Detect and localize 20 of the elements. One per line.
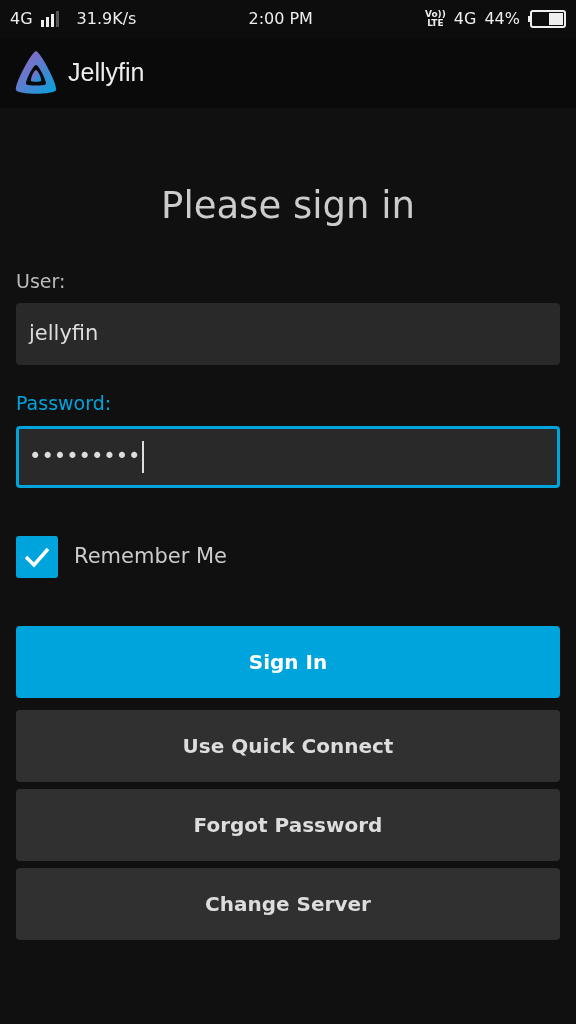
signal-icon bbox=[40, 11, 61, 27]
action-button[interactable]: Change Server bbox=[16, 867, 560, 940]
action-button[interactable]: Forgot Password bbox=[16, 788, 560, 861]
page-title: Please sign in bbox=[160, 183, 416, 229]
clock: 2:00 PM bbox=[248, 8, 313, 30]
action-button[interactable]: Use Quick Connect bbox=[16, 709, 560, 782]
field-label: User: bbox=[16, 268, 67, 294]
battery-percent: 44% bbox=[484, 8, 520, 30]
check-icon bbox=[23, 545, 51, 568]
user-field[interactable]: jellyfin bbox=[16, 303, 560, 365]
checkbox-label: Remember Me bbox=[74, 542, 227, 570]
volte-indicator: Vo)) LTE bbox=[424, 10, 446, 28]
password-field[interactable]: ••••••••• bbox=[16, 425, 560, 488]
battery-icon bbox=[528, 10, 566, 28]
remember-checkbox[interactable] bbox=[16, 535, 58, 578]
app-name: Jellyfin bbox=[68, 57, 145, 89]
field-label: Password: bbox=[16, 391, 113, 416]
network-type: 4G bbox=[10, 8, 33, 30]
data-network: 4G bbox=[453, 8, 477, 30]
network-speed: 31.9K/s bbox=[76, 8, 137, 30]
